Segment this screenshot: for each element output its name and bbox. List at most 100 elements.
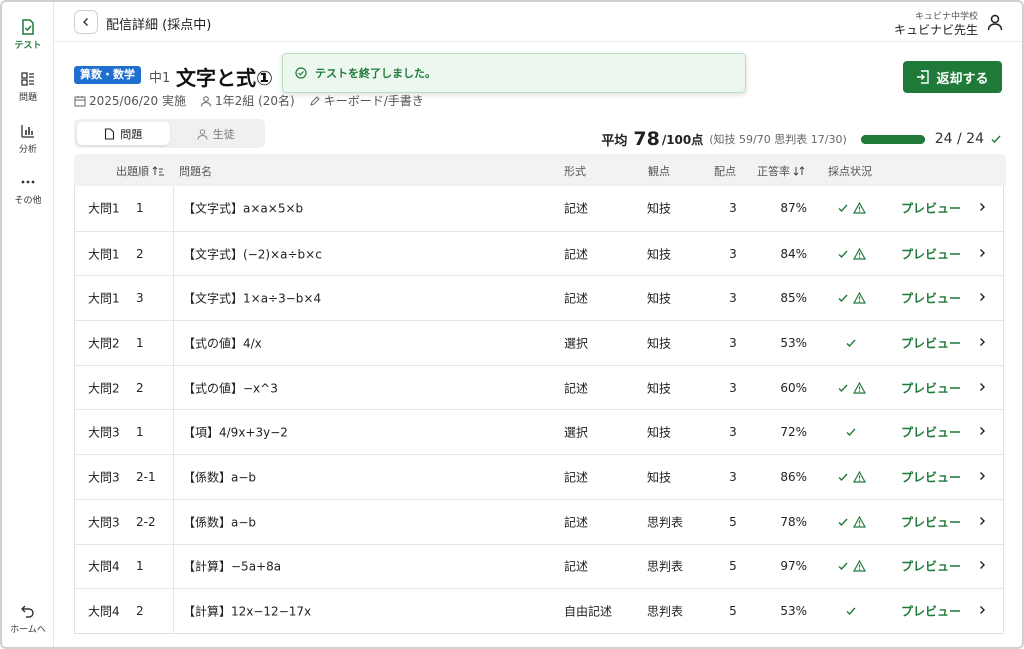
row-detail-button[interactable] (977, 559, 987, 573)
sort-order-header[interactable]: 出題順 (116, 163, 164, 179)
document-icon (105, 127, 115, 140)
top-header: 配信詳細 (採点中) キュビナ中学校 キュビナビ先生 (54, 2, 1022, 42)
table-row[interactable]: 大問1 3 【文字式】1×a÷3−b×4 記述 知技 3 85% プレビュー (75, 275, 1003, 321)
success-toast: テストを終了しました。 (282, 53, 746, 93)
section-cell: 大問3 (88, 470, 120, 485)
row-detail-button[interactable] (977, 247, 987, 261)
section-cell: 大問4 (88, 559, 120, 574)
preview-button[interactable]: プレビュー (901, 379, 961, 396)
preview-button[interactable]: プレビュー (901, 245, 961, 262)
rate-cell: 53% (780, 604, 807, 619)
table-row[interactable]: 大問4 1 【計算】−5a+8a 記述 思判表 5 97% プレビュー (75, 543, 1003, 589)
table-body: 大問1 1 【文字式】a×a×5×b 記述 知技 3 87% プレビュー 大問1 2 【文字式】(−… (74, 186, 1004, 634)
tab-students[interactable]: 生徒 (170, 122, 263, 145)
row-detail-button[interactable] (977, 201, 987, 215)
app-window: テスト 問題 分析 その他 ホームへ 配信詳細 (採点中) キュビナ中学校 キュ… (0, 0, 1024, 649)
preview-button[interactable]: プレビュー (901, 558, 961, 575)
table-row[interactable]: 大問3 1 【項】4/9x+3y−2 選択 知技 3 72% プレビュー (75, 409, 1003, 455)
table-row[interactable]: 大問2 2 【式の値】−x^3 記述 知技 3 60% プレビュー (75, 364, 1003, 410)
row-detail-button[interactable] (977, 336, 987, 350)
row-detail-button[interactable] (977, 515, 987, 529)
sidebar-item-analysis[interactable]: 分析 (2, 122, 54, 155)
warning-icon (853, 515, 866, 528)
preview-button[interactable]: プレビュー (901, 290, 961, 307)
person-icon (200, 95, 211, 107)
grading-status-cell (837, 292, 866, 304)
column-divider (173, 544, 174, 589)
grading-status-cell (837, 202, 866, 214)
test-doc-icon (22, 19, 34, 35)
question-name-cell: 【式の値】−x^3 (183, 381, 278, 396)
header-label: 形式 (564, 165, 586, 178)
type-cell: 記述 (564, 381, 589, 396)
check-icon (991, 135, 1001, 144)
sidebar-item-label: その他 (14, 196, 42, 206)
class-label: 1年2組 (20名) (214, 94, 295, 108)
row-detail-button[interactable] (977, 470, 987, 484)
preview-button[interactable]: プレビュー (901, 424, 961, 441)
home-button[interactable]: ホームへ (2, 602, 54, 635)
user-name: キュビナビ先生 (893, 23, 978, 37)
row-detail-button[interactable] (977, 425, 987, 439)
questions-table: 出題順 問題名 形式 観点 配点 正答率 採点状況 大問1 1 【文字式】a×a… (74, 154, 1006, 647)
subject-badge: 算数・数学 (74, 66, 141, 84)
progress-count: 24 / 24 (934, 131, 984, 147)
chevron-left-icon (83, 18, 88, 26)
check-circle-icon (295, 67, 307, 79)
chevron-right-icon (980, 427, 985, 436)
row-detail-button[interactable] (977, 381, 987, 395)
preview-button[interactable]: プレビュー (901, 513, 961, 530)
calendar-icon (74, 95, 86, 106)
sort-rate-header[interactable]: 正答率 (757, 163, 805, 179)
chevron-right-icon (980, 293, 985, 302)
sidebar-item-more[interactable]: その他 (2, 173, 54, 206)
table-row[interactable]: 大問4 2 【計算】12x−12−17x 自由記述 思判表 5 53% プレビュー (75, 588, 1003, 633)
preview-button[interactable]: プレビュー (901, 200, 961, 217)
score-cell: 5 (729, 604, 737, 619)
toast-message: テストを終了しました。 (315, 67, 436, 80)
back-button[interactable] (74, 10, 98, 34)
view-tabs: 問題 生徒 (74, 119, 265, 148)
preview-button[interactable]: プレビュー (901, 334, 961, 351)
number-cell: 1 (136, 559, 144, 574)
row-detail-button[interactable] (977, 604, 987, 618)
row-detail-button[interactable] (977, 291, 987, 305)
chevron-right-icon (980, 606, 985, 615)
score-cell: 5 (729, 559, 737, 574)
table-row[interactable]: 大問1 1 【文字式】a×a×5×b 記述 知技 3 87% プレビュー (75, 186, 1003, 231)
preview-button[interactable]: プレビュー (901, 468, 961, 485)
return-button[interactable]: 返却する (903, 61, 1002, 93)
header-label: 正答率 (757, 165, 790, 178)
table-row[interactable]: 大問3 2-2 【係数】a−b 記述 思判表 5 78% プレビュー (75, 498, 1003, 544)
table-row[interactable]: 大問3 2-1 【係数】a−b 記述 知技 3 86% プレビュー (75, 454, 1003, 499)
tab-questions[interactable]: 問題 (77, 122, 170, 145)
sidebar-item-test[interactable]: テスト (2, 18, 54, 51)
number-cell: 1 (136, 201, 144, 216)
column-divider (173, 276, 174, 321)
rate-cell: 86% (780, 469, 807, 484)
grading-status-cell (837, 515, 866, 528)
section-cell: 大問3 (88, 515, 120, 530)
preview-button[interactable]: プレビュー (901, 603, 961, 620)
score-cell: 3 (729, 291, 737, 306)
table-row[interactable]: 大問2 1 【式の値】4/x 選択 知技 3 53% プレビュー (75, 320, 1003, 365)
sidebar-item-questions[interactable]: 問題 (2, 70, 54, 103)
sort-ascending-icon (152, 166, 164, 176)
check-icon (846, 428, 856, 437)
question-name-cell: 【文字式】(−2)×a÷b×c (183, 247, 322, 262)
rate-cell: 72% (780, 425, 807, 440)
check-icon (838, 518, 848, 526)
score-cell: 3 (729, 425, 737, 440)
question-name-cell: 【項】4/9x+3y−2 (183, 425, 288, 440)
user-icon[interactable] (986, 13, 1004, 31)
type-cell: 記述 (564, 515, 589, 530)
warning-icon (853, 560, 866, 572)
chevron-right-icon (980, 203, 985, 212)
date-meta: 2025/06/20 実施 (74, 92, 186, 109)
viewpoint-cell: 思判表 (647, 604, 684, 619)
test-meta: 2025/06/20 実施 1年2組 (20名) キーボード/手書き (74, 92, 424, 109)
viewpoint-cell: 知技 (647, 247, 672, 262)
viewpoint-cell: 知技 (647, 425, 672, 440)
table-row[interactable]: 大問1 2 【文字式】(−2)×a÷b×c 記述 知技 3 84% プレビュー (75, 230, 1003, 276)
class-meta: 1年2組 (20名) (200, 92, 295, 109)
